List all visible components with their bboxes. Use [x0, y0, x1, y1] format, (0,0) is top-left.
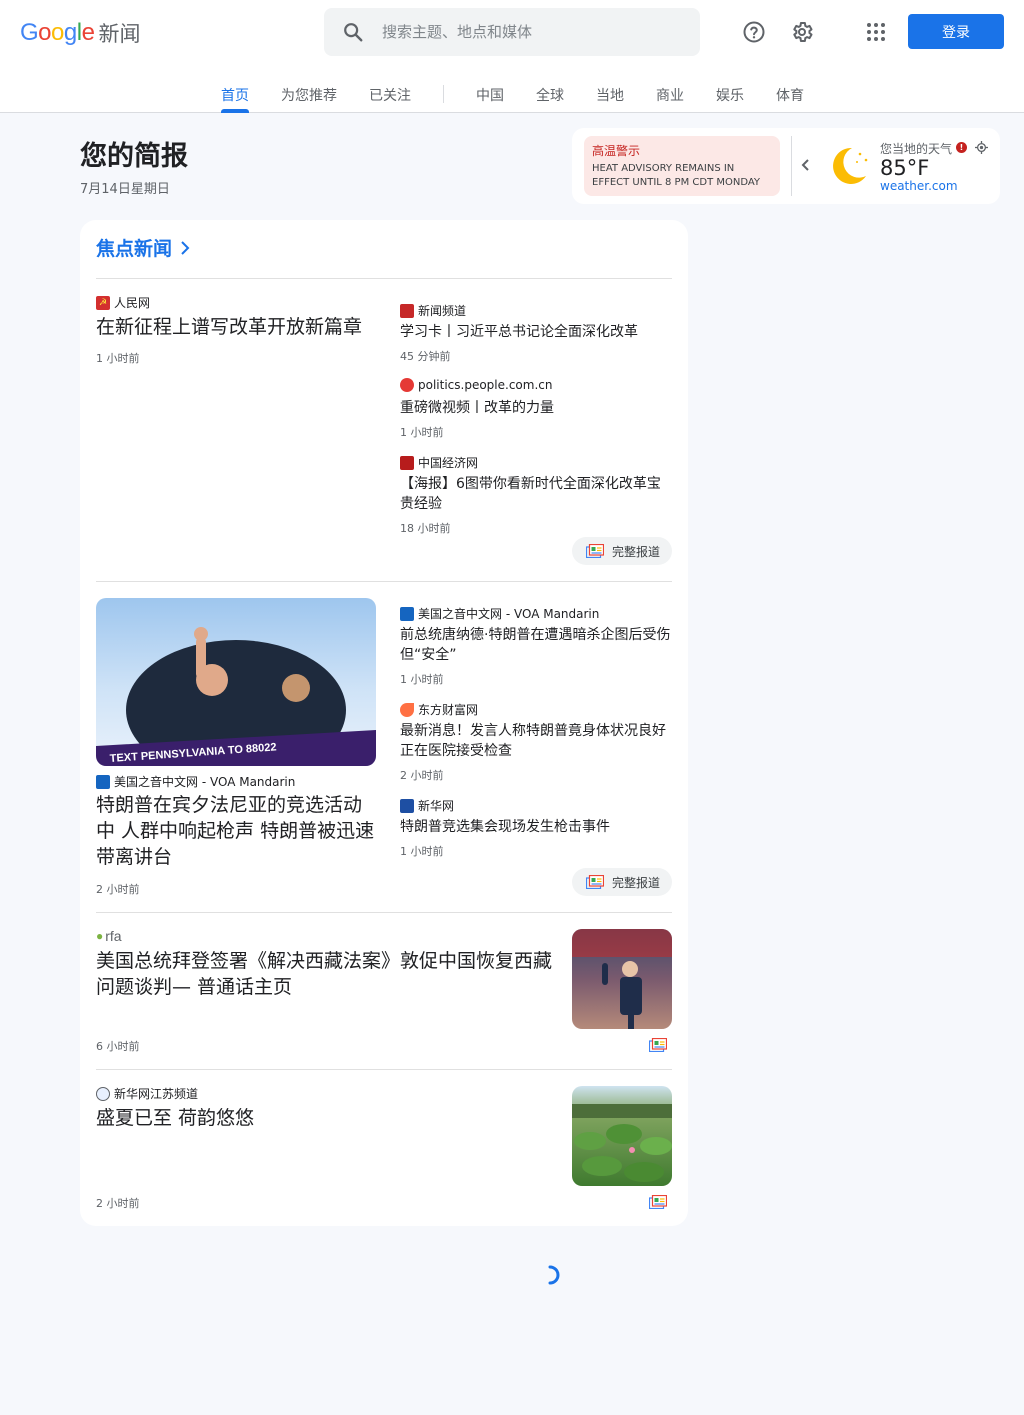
- timestamp: 6 小时前: [96, 1040, 140, 1053]
- tab-for-you[interactable]: 为您推荐: [281, 85, 337, 105]
- headline-link[interactable]: 【海报】6图带你看新时代全面深化改革宝贵经验: [400, 474, 672, 514]
- tab-sports[interactable]: 体育: [776, 85, 804, 105]
- tab-business[interactable]: 商业: [656, 85, 684, 105]
- divider: [96, 912, 672, 913]
- alert-text: HEAT ADVISORY REMAINS IN EFFECT UNTIL 8 …: [592, 163, 761, 188]
- source-label[interactable]: ☭ 人民网: [96, 294, 150, 311]
- tab-world[interactable]: 全球: [536, 85, 564, 105]
- tab-china[interactable]: 中国: [476, 85, 504, 105]
- weather-divider: [791, 136, 792, 196]
- chevron-right-icon: [181, 240, 190, 255]
- headline-link[interactable]: 美国总统拜登签署《解决西藏法案》敦促中国恢复西藏问题谈判— 普通话主页: [96, 948, 566, 1000]
- weather-source-link[interactable]: weather.com: [880, 179, 958, 193]
- full-coverage-icon[interactable]: [649, 1195, 667, 1209]
- chevron-left-icon[interactable]: [800, 158, 812, 172]
- biden-photo-image[interactable]: [572, 929, 672, 1029]
- source-label[interactable]: 新华网: [400, 797, 454, 814]
- tab-local[interactable]: 当地: [596, 85, 624, 105]
- headline-link[interactable]: 学习卡丨习近平总书记论全面深化改革: [400, 322, 672, 342]
- google-news-logo[interactable]: Google 新闻: [20, 18, 140, 48]
- timestamp: 2 小时前: [96, 1197, 140, 1210]
- news-wordmark: 新闻: [98, 22, 141, 46]
- location-icon[interactable]: [975, 141, 988, 154]
- tab-following[interactable]: 已关注: [369, 85, 411, 105]
- moon-icon: [833, 147, 868, 184]
- tab-home[interactable]: 首页: [221, 85, 249, 105]
- lotus-photo-image[interactable]: [572, 1086, 672, 1186]
- full-coverage-button[interactable]: 完整报道: [572, 868, 672, 896]
- top-stories-heading[interactable]: 焦点新闻: [96, 234, 190, 261]
- eastmoney-icon: [400, 702, 414, 717]
- full-coverage-button[interactable]: 完整报道: [572, 537, 672, 565]
- voa-icon: [96, 774, 110, 789]
- loading-spinner-icon: [548, 1265, 560, 1285]
- headline-link[interactable]: 特朗普竞选集会现场发生枪击事件: [400, 817, 672, 837]
- globe-icon: [96, 1086, 110, 1101]
- source-label[interactable]: 新闻频道: [400, 302, 466, 319]
- heat-alert[interactable]: 高温警示 HEAT ADVISORY REMAINS IN EFFECT UNT…: [584, 136, 780, 196]
- full-coverage-icon: [586, 875, 604, 889]
- timestamp: 1 小时前: [400, 426, 444, 439]
- news-channel-icon: [400, 303, 414, 318]
- apps-grid-icon[interactable]: [864, 20, 888, 44]
- alert-badge-icon: !: [956, 142, 967, 153]
- temperature: 85°F: [880, 156, 930, 180]
- voa-icon: [400, 606, 414, 621]
- tab-divider: [443, 85, 444, 103]
- timestamp: 1 小时前: [400, 673, 444, 686]
- trump-rally-image[interactable]: TEXT PENNSYLVANIA TO 88022: [96, 598, 376, 766]
- biden-photo-illustration: [572, 929, 672, 1029]
- tab-entertainment[interactable]: 娱乐: [716, 85, 744, 105]
- full-coverage-icon: [586, 544, 604, 558]
- divider: [96, 278, 672, 279]
- headline-link[interactable]: 前总统唐纳德·特朗普在遭遇暗杀企图后受伤但“安全”: [400, 625, 672, 665]
- divider: [96, 1069, 672, 1070]
- lotus-photo-illustration: [572, 1104, 672, 1182]
- timestamp: 45 分钟前: [400, 350, 451, 363]
- help-icon[interactable]: [742, 20, 766, 44]
- headline-link[interactable]: 最新消息！发言人称特朗普竟身体状况良好 正在医院接受检查: [400, 721, 672, 761]
- timestamp: 2 小时前: [400, 769, 444, 782]
- signin-button[interactable]: 登录: [908, 14, 1004, 49]
- headline-link[interactable]: 重磅微视频丨改革的力量: [400, 398, 672, 418]
- source-label[interactable]: 中国经济网: [400, 454, 478, 471]
- section-tabs: 首页 为您推荐 已关注 中国 全球 当地 商业 娱乐 体育: [0, 80, 1024, 113]
- source-label[interactable]: 美国之音中文网 - VOA Mandarin: [400, 605, 599, 622]
- timestamp: 1 小时前: [400, 845, 444, 858]
- people-daily-icon: ☭: [96, 295, 110, 310]
- full-coverage-icon[interactable]: [649, 1038, 667, 1052]
- timestamp: 1 小时前: [96, 352, 140, 365]
- timestamp: 2 小时前: [96, 883, 140, 896]
- weather-label: 您当地的天气: [880, 142, 953, 156]
- xinhua-icon: [400, 798, 414, 813]
- headline-link[interactable]: 盛夏已至 荷韵悠悠: [96, 1105, 566, 1131]
- top-stories-title: 焦点新闻: [96, 238, 173, 260]
- top-stories-card: 焦点新闻 ☭ 人民网 在新征程上谱写改革开放新篇章 1 小时前 新闻频道 学习卡…: [80, 220, 688, 1226]
- search-bar[interactable]: [324, 8, 700, 56]
- page-title: 您的简报: [80, 141, 188, 172]
- people-politics-icon: [400, 378, 414, 392]
- alert-title: 高温警示: [592, 144, 641, 158]
- top-header: Google 新闻 登录 首页 为您推荐 已关注 中国 全球 当地 商业 娱乐 …: [0, 0, 1024, 113]
- source-label[interactable]: 美国之音中文网 - VOA Mandarin: [96, 773, 295, 790]
- divider: [96, 581, 672, 582]
- headline-link[interactable]: 特朗普在宾夕法尼亚的竞选活动中 人群中响起枪声 特朗普被迅速带离讲台: [96, 792, 380, 870]
- search-icon[interactable]: [342, 21, 364, 43]
- headline-link[interactable]: 在新征程上谱写改革开放新篇章: [96, 314, 380, 340]
- source-label[interactable]: politics.people.com.cn: [400, 378, 552, 392]
- source-label[interactable]: 新华网江苏频道: [96, 1085, 198, 1102]
- gear-icon[interactable]: [790, 20, 814, 44]
- source-label[interactable]: 东方财富网: [400, 701, 478, 718]
- ce-cn-icon: [400, 455, 414, 470]
- rfa-leaf-icon: ●: [96, 929, 104, 943]
- active-tab-indicator: [221, 109, 249, 113]
- google-wordmark: Google: [20, 19, 95, 46]
- search-input[interactable]: [382, 20, 682, 44]
- rally-photo-illustration: TEXT PENNSYLVANIA TO 88022: [96, 627, 376, 766]
- weather-widget[interactable]: 高温警示 HEAT ADVISORY REMAINS IN EFFECT UNT…: [572, 128, 1000, 204]
- timestamp: 18 小时前: [400, 522, 451, 535]
- source-label[interactable]: ● rfa: [96, 928, 122, 944]
- briefing-date: 7月14日星期日: [80, 182, 170, 197]
